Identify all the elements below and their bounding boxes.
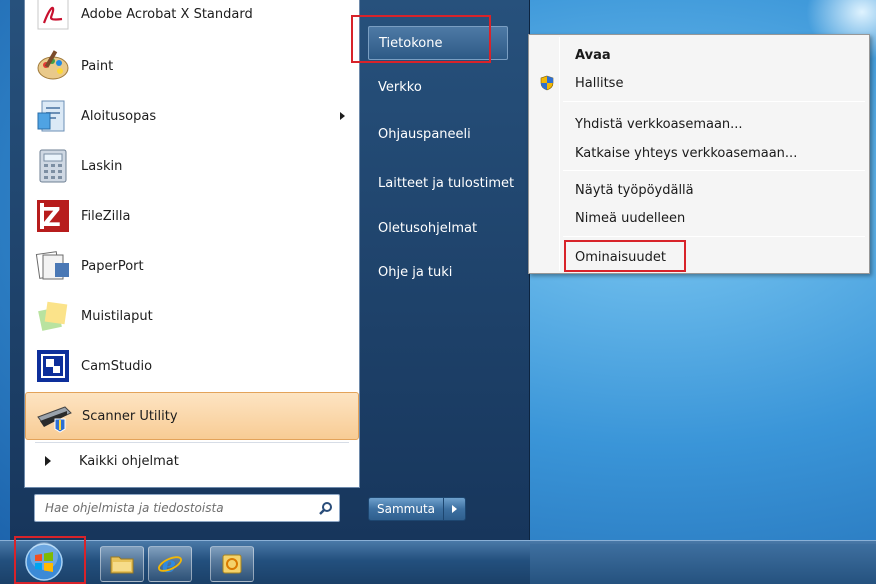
paperport-icon	[33, 246, 73, 286]
menu-item-label: Yhdistä verkkoasemaan...	[575, 116, 743, 132]
start-item-ohje-ja-tuki[interactable]: Ohje ja tuki	[368, 259, 538, 285]
acrobat-icon	[33, 0, 73, 34]
start-item-verkko[interactable]: Verkko	[368, 74, 538, 100]
menu-separator	[563, 101, 865, 102]
program-label: FileZilla	[81, 208, 131, 224]
menu-item-label: Näytä työpöydällä	[575, 182, 694, 198]
taskbar-outlook-button[interactable]	[210, 546, 254, 582]
all-programs-label: Kaikki ohjelmat	[79, 453, 179, 469]
program-paperport[interactable]: PaperPort	[25, 242, 359, 290]
program-label: Adobe Acrobat X Standard	[81, 6, 253, 22]
start-item-label: Laitteet ja tulostimet	[378, 175, 515, 191]
separator	[35, 442, 349, 443]
program-aloitusopas[interactable]: Aloitusopas	[25, 92, 359, 140]
program-paint[interactable]: Paint	[25, 42, 359, 90]
menu-item-label: Avaa	[575, 47, 611, 63]
start-item-label: Verkko	[378, 79, 422, 95]
start-menu-programs-pane: Adobe Acrobat X Standard Paint Aloitusop…	[24, 0, 360, 488]
shutdown-control: Sammuta	[368, 497, 467, 521]
program-label: Muistilaput	[81, 308, 153, 324]
shutdown-button[interactable]: Sammuta	[368, 497, 445, 521]
submenu-arrow-icon	[340, 112, 345, 120]
shield-icon	[539, 75, 555, 91]
program-filezilla[interactable]: Z FileZilla	[25, 192, 359, 240]
program-laskin[interactable]: Laskin	[25, 142, 359, 190]
menu-item-yhdista-verkkoasemaan[interactable]: Yhdistä verkkoasemaan...	[531, 112, 867, 136]
program-label: Scanner Utility	[82, 408, 178, 424]
menu-item-label: Nimeä uudelleen	[575, 210, 686, 226]
annotation-box-tietokone	[351, 15, 491, 63]
start-item-oletusohjelmat[interactable]: Oletusohjelmat	[368, 215, 538, 241]
program-label: Paint	[81, 58, 114, 74]
svg-text:e: e	[162, 552, 176, 577]
outlook-icon	[222, 554, 242, 574]
menu-item-nimea-uudelleen[interactable]: Nimeä uudelleen	[531, 206, 867, 230]
shutdown-options-button[interactable]	[444, 497, 467, 521]
program-scanner-utility[interactable]: Scanner Utility	[25, 392, 359, 440]
program-label: Aloitusopas	[81, 108, 157, 124]
program-camstudio[interactable]: CamStudio	[25, 342, 359, 390]
expand-arrow-icon	[45, 456, 51, 466]
menu-item-label: Katkaise yhteys verkkoasemaan...	[575, 145, 798, 161]
menu-separator	[563, 170, 865, 171]
start-item-label: Ohje ja tuki	[378, 264, 453, 280]
taskbar-ie-button[interactable]: e	[148, 546, 192, 582]
start-menu: Adobe Acrobat X Standard Paint Aloitusop…	[10, 0, 530, 540]
internet-explorer-icon: e	[158, 552, 182, 577]
start-item-ohjauspaneeli[interactable]: Ohjauspaneeli	[368, 121, 538, 147]
start-item-laitteet-ja-tulostimet[interactable]: Laitteet ja tulostimet	[368, 170, 538, 196]
search-input[interactable]	[45, 501, 313, 515]
menu-item-hallitse[interactable]: Hallitse	[531, 71, 867, 95]
search-icon[interactable]	[313, 495, 339, 521]
calculator-icon	[33, 146, 73, 186]
program-label: PaperPort	[81, 258, 144, 274]
filezilla-icon: Z	[33, 196, 73, 236]
program-label: Laskin	[81, 158, 123, 174]
camstudio-icon	[33, 346, 73, 386]
svg-text:Z: Z	[42, 203, 61, 233]
all-programs-button[interactable]: Kaikki ohjelmat	[25, 444, 359, 478]
paint-icon	[33, 46, 73, 86]
taskbar-empty-area	[530, 544, 876, 584]
scanner-icon	[34, 396, 74, 436]
context-menu: Avaa Hallitse Yhdistä verkkoasemaan... K…	[528, 34, 870, 274]
annotation-box-ominaisuudet	[564, 240, 686, 272]
menu-item-avaa[interactable]: Avaa	[531, 43, 867, 67]
menu-item-label: Hallitse	[575, 75, 624, 91]
getting-started-icon	[33, 96, 73, 136]
menu-item-katkaise-yhteys[interactable]: Katkaise yhteys verkkoasemaan...	[531, 141, 867, 165]
start-item-label: Oletusohjelmat	[378, 220, 478, 236]
sticky-notes-icon	[33, 296, 73, 336]
start-search-box[interactable]	[34, 494, 340, 522]
program-adobe-acrobat[interactable]: Adobe Acrobat X Standard	[25, 0, 359, 38]
chevron-right-icon	[452, 505, 458, 513]
taskbar-explorer-button[interactable]	[100, 546, 144, 582]
menu-separator	[563, 236, 865, 237]
program-label: CamStudio	[81, 358, 153, 374]
program-muistilaput[interactable]: Muistilaput	[25, 292, 359, 340]
start-item-label: Ohjauspaneeli	[378, 126, 471, 142]
menu-item-nayta-tyopoydalla[interactable]: Näytä työpöydällä	[531, 178, 867, 202]
windows-explorer-icon	[110, 556, 134, 574]
annotation-box-start-button	[14, 536, 86, 584]
